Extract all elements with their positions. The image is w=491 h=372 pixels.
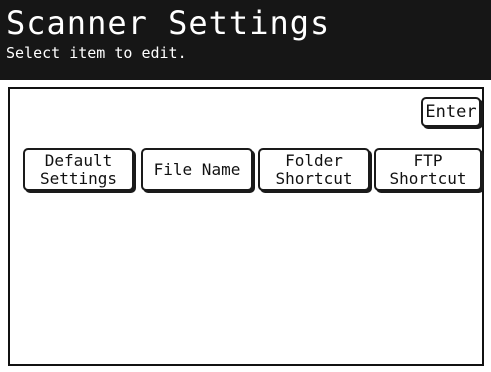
folder-shortcut-button[interactable]: Folder Shortcut (258, 148, 370, 191)
folder-shortcut-label: Folder Shortcut (275, 150, 353, 188)
file-name-button[interactable]: File Name (141, 148, 253, 191)
enter-button[interactable]: Enter (421, 97, 481, 127)
scanner-settings-screen: Scanner Settings Select item to edit. En… (0, 0, 491, 372)
settings-panel: Enter Default Settings File Name Folder … (8, 87, 484, 366)
header-bar: Scanner Settings Select item to edit. (0, 0, 491, 80)
file-name-label: File Name (153, 159, 241, 179)
enter-button-label: Enter (425, 102, 477, 122)
default-settings-button[interactable]: Default Settings (23, 148, 134, 191)
page-subtitle: Select item to edit. (6, 44, 187, 62)
page-title: Scanner Settings (6, 4, 331, 42)
ftp-shortcut-label: FTP Shortcut (389, 150, 467, 188)
default-settings-label: Default Settings (39, 150, 118, 188)
ftp-shortcut-button[interactable]: FTP Shortcut (374, 148, 482, 191)
